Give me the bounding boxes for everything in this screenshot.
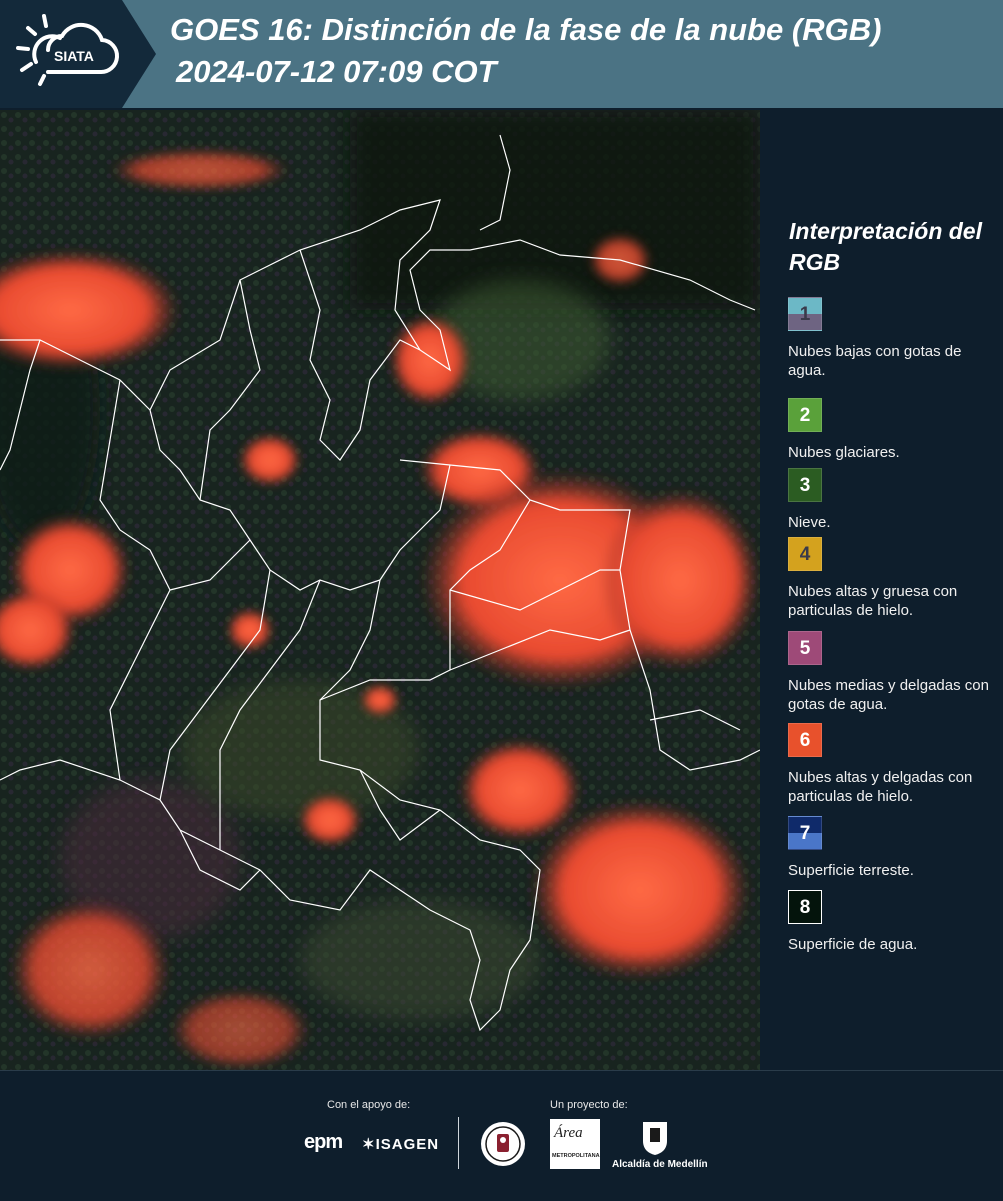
legend-swatch-3: 3: [788, 468, 822, 502]
legend-swatch-4: 4: [788, 537, 822, 571]
legend-label-3: Nieve.: [788, 514, 831, 531]
footer-divider: [458, 1117, 459, 1169]
legend-item-6: 6 Nubes altas y delgadas con particulas d…: [788, 723, 998, 806]
legend-item-3: 3 Nieve.: [788, 468, 998, 532]
legend-swatch-6: 6: [788, 723, 822, 757]
legend-label-4: Nubes altas y gruesa con particulas de h…: [788, 583, 958, 619]
isagen-logo: ✶ISAGEN: [362, 1135, 439, 1153]
alcaldia-shield-icon: [643, 1122, 667, 1155]
legend-item-7: 7 Superficie terreste.: [788, 816, 998, 880]
legend-number-4: 4: [799, 544, 811, 565]
legend-swatch-7: 7: [788, 816, 822, 850]
legend-swatch-8: 8: [788, 890, 822, 924]
legend-number-7: 7: [799, 823, 811, 844]
page-title: GOES 16: Distinción de la fase de la nub…: [170, 12, 882, 47]
logo-text: SIATA: [54, 48, 94, 64]
area-metropolitana-logo: Área METROPOLITANA: [550, 1119, 600, 1169]
area-logo-subtext: METROPOLITANA: [552, 1153, 600, 1159]
satellite-map: [0, 110, 760, 1070]
legend-number-2: 2: [799, 405, 811, 426]
alcaldia-logo-text: Alcaldía de Medellín: [612, 1159, 708, 1170]
legend-number-6: 6: [799, 730, 811, 751]
isagen-logo-text: ISAGEN: [375, 1136, 440, 1153]
project-label: Un proyecto de:: [550, 1099, 628, 1111]
legend-item-1: 1 Nubes bajas con gotas de agua.: [788, 297, 998, 380]
legend-number-8: 8: [799, 897, 811, 918]
legend-label-6: Nubes altas y delgadas con particulas de…: [788, 769, 973, 805]
medellin-seal-icon: [481, 1122, 525, 1166]
legend-swatch-2: 2: [788, 398, 822, 432]
legend-item-8: 8 Superficie de agua.: [788, 890, 998, 954]
legend-swatch-1: 1: [788, 297, 822, 331]
legend-label-8: Superficie de agua.: [788, 936, 918, 953]
legend-title: Interpretación del RGB: [789, 218, 982, 275]
isagen-icon: ✶: [362, 1136, 376, 1153]
siata-logo: SIATA: [0, 0, 156, 108]
legend-item-4: 4 Nubes altas y gruesa con particulas de …: [788, 537, 998, 620]
legend-number-3: 3: [799, 475, 811, 496]
epm-logo: epm: [304, 1131, 343, 1153]
header-bar: SIATA GOES 16: Distinción de la fase de …: [0, 0, 1003, 108]
page-timestamp: 2024-07-12 07:09 COT: [176, 54, 497, 89]
legend-number-1: 1: [799, 304, 811, 325]
support-label: Con el apoyo de:: [327, 1099, 411, 1111]
legend-item-2: 2 Nubes glaciares.: [788, 398, 998, 462]
legend-item-5: 5 Nubes medias y delgadas con gotas de ag…: [788, 631, 998, 714]
legend-number-5: 5: [799, 638, 811, 659]
legend-label-7: Superficie terreste.: [788, 862, 914, 879]
area-logo-text: Área: [554, 1125, 583, 1141]
legend-label-1: Nubes bajas con gotas de agua.: [788, 343, 962, 379]
legend-swatch-5: 5: [788, 631, 822, 665]
legend-label-5: Nubes medias y delgadas con gotas de agu…: [788, 677, 989, 713]
footer: Con el apoyo de: Un proyecto de: epm ✶IS…: [0, 1070, 1003, 1201]
legend-panel: Interpretación del RGB 1 Nubes bajas con …: [760, 110, 1003, 1070]
legend-label-2: Nubes glaciares.: [788, 444, 900, 461]
